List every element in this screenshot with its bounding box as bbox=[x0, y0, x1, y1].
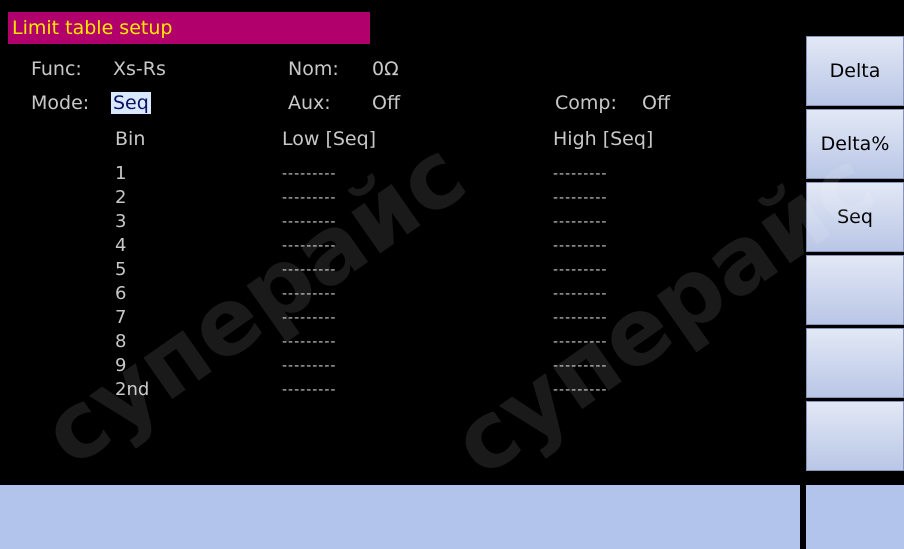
bin-number: 2 bbox=[115, 187, 127, 208]
status-bar-right bbox=[806, 485, 904, 549]
aux-value[interactable]: Off bbox=[372, 92, 400, 114]
mode-label: Mode: bbox=[31, 92, 90, 114]
func-label: Func: bbox=[31, 58, 82, 80]
bin-header: Bin bbox=[115, 128, 146, 150]
table-row: 2nd --------- --------- bbox=[0, 379, 800, 403]
table-row: 7 --------- --------- bbox=[0, 307, 800, 331]
low-limit[interactable]: --------- bbox=[282, 331, 336, 353]
high-limit[interactable]: --------- bbox=[553, 211, 607, 233]
bin-number: 6 bbox=[115, 283, 127, 304]
low-limit[interactable]: --------- bbox=[282, 163, 336, 185]
softkey-6[interactable] bbox=[806, 401, 904, 471]
high-limit[interactable]: --------- bbox=[553, 283, 607, 305]
table-row: 6 --------- --------- bbox=[0, 283, 800, 307]
bin-number: 8 bbox=[115, 331, 127, 352]
table-row: 9 --------- --------- bbox=[0, 355, 800, 379]
table-row: 5 --------- --------- bbox=[0, 259, 800, 283]
softkey-delta[interactable]: Delta bbox=[806, 36, 904, 106]
low-limit[interactable]: --------- bbox=[282, 379, 336, 401]
high-limit[interactable]: --------- bbox=[553, 235, 607, 257]
bin-number: 5 bbox=[115, 259, 127, 280]
high-header: High [Seq] bbox=[553, 128, 654, 150]
table-row: 1 --------- --------- bbox=[0, 163, 800, 187]
high-limit[interactable]: --------- bbox=[553, 379, 607, 401]
status-bar bbox=[0, 485, 800, 549]
bin-number: 3 bbox=[115, 211, 127, 232]
low-limit[interactable]: --------- bbox=[282, 259, 336, 281]
high-limit[interactable]: --------- bbox=[553, 331, 607, 353]
softkey-seq[interactable]: Seq bbox=[806, 182, 904, 252]
bin-number: 9 bbox=[115, 355, 127, 376]
high-limit[interactable]: --------- bbox=[553, 355, 607, 377]
low-limit[interactable]: --------- bbox=[282, 211, 336, 233]
softkey-4[interactable] bbox=[806, 255, 904, 325]
table-row: 2 --------- --------- bbox=[0, 187, 800, 211]
low-header: Low [Seq] bbox=[282, 128, 377, 150]
bin-number: 2nd bbox=[115, 379, 150, 400]
low-limit[interactable]: --------- bbox=[282, 283, 336, 305]
low-limit[interactable]: --------- bbox=[282, 235, 336, 257]
comp-value[interactable]: Off bbox=[642, 92, 670, 114]
high-limit[interactable]: --------- bbox=[553, 163, 607, 185]
bin-number: 4 bbox=[115, 235, 127, 256]
bin-number: 7 bbox=[115, 307, 127, 328]
comp-label: Comp: bbox=[555, 92, 617, 114]
softkey-delta-percent[interactable]: Delta% bbox=[806, 109, 904, 179]
softkey-5[interactable] bbox=[806, 328, 904, 398]
nom-value[interactable]: 0Ω bbox=[372, 58, 399, 80]
high-limit[interactable]: --------- bbox=[553, 259, 607, 281]
aux-label: Aux: bbox=[288, 92, 331, 114]
table-row: 8 --------- --------- bbox=[0, 331, 800, 355]
table-row: 4 --------- --------- bbox=[0, 235, 800, 259]
screen-title: Limit table setup bbox=[8, 12, 370, 44]
high-limit[interactable]: --------- bbox=[553, 187, 607, 209]
nom-label: Nom: bbox=[288, 58, 339, 80]
func-value[interactable]: Xs-Rs bbox=[113, 58, 166, 80]
table-row: 3 --------- --------- bbox=[0, 211, 800, 235]
low-limit[interactable]: --------- bbox=[282, 355, 336, 377]
mode-value[interactable]: Seq bbox=[111, 92, 151, 114]
high-limit[interactable]: --------- bbox=[553, 307, 607, 329]
bin-number: 1 bbox=[115, 163, 127, 184]
low-limit[interactable]: --------- bbox=[282, 307, 336, 329]
low-limit[interactable]: --------- bbox=[282, 187, 336, 209]
